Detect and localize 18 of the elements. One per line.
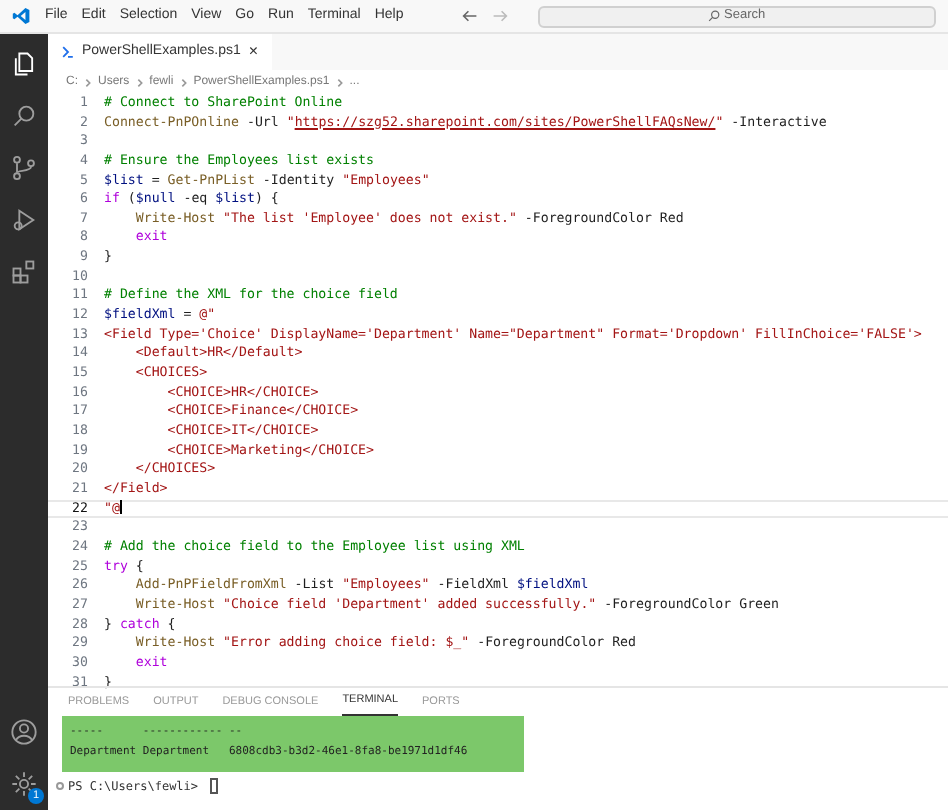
- account-icon[interactable]: [10, 718, 38, 746]
- chevron-icon: [135, 77, 144, 87]
- run-debug-icon[interactable]: [10, 206, 38, 234]
- branch-icon[interactable]: [10, 154, 38, 182]
- chevron-icon: [335, 77, 344, 87]
- close-button[interactable]: ×: [248, 40, 259, 64]
- powershell-icon: [62, 46, 74, 58]
- chevron-icon: [84, 77, 92, 87]
- text-cursor: [119, 500, 122, 515]
- back-arrow-icon[interactable]: [461, 8, 478, 24]
- chevron-icon: [179, 77, 188, 87]
- logo-icon: [12, 6, 31, 26]
- settings-icon[interactable]: [10, 770, 38, 798]
- extensions-icon[interactable]: [10, 258, 38, 286]
- search-icon: [708, 10, 721, 22]
- terminal-cursor: [209, 778, 218, 794]
- search-icon[interactable]: [10, 102, 38, 130]
- files-icon[interactable]: [10, 50, 38, 78]
